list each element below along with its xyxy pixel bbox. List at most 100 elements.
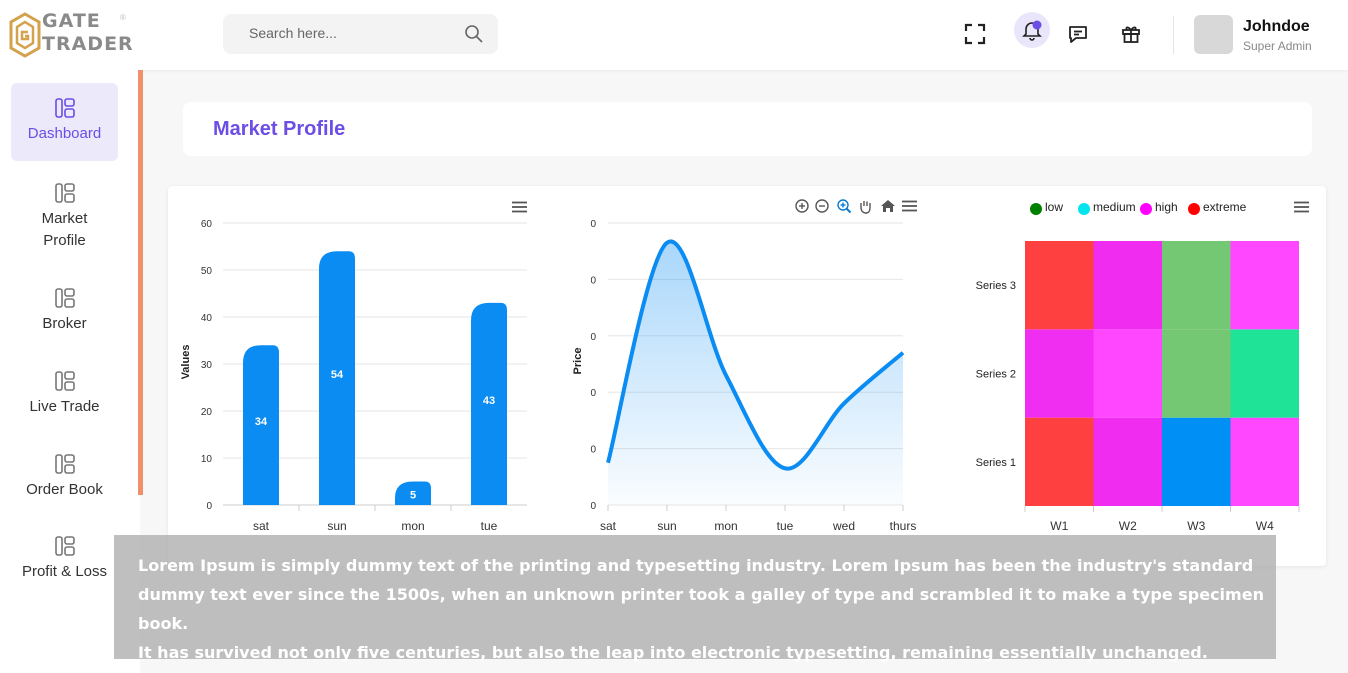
search-box (223, 14, 498, 54)
y-tick-label: 0 (590, 388, 596, 399)
sidebar-item-label: Broker (42, 315, 87, 332)
sidebar-item-broker[interactable]: Broker (11, 287, 118, 335)
y-tick-label: 10 (201, 454, 213, 465)
x-tick-label: wed (832, 519, 855, 533)
y-tick-label: 0 (590, 332, 596, 343)
x-tick-label: thurs (890, 519, 917, 533)
page-header: Market Profile (183, 102, 1312, 156)
zoom-out-icon[interactable] (815, 199, 829, 213)
heatmap-chart: low medium high extreme Series 1 Series 2 Ser… (976, 200, 1309, 533)
bar-chart: 0 10 20 30 40 50 60 34 sat 54 sun 5 mon 43 tue Values (180, 201, 527, 533)
x-tick-label: W1 (1050, 519, 1068, 533)
bell-icon[interactable] (1014, 12, 1050, 48)
heatmap-cell[interactable] (1162, 329, 1231, 418)
heatmap-cell[interactable] (1093, 417, 1163, 506)
heatmap-cell[interactable] (1025, 417, 1094, 506)
overlay-paragraph: It has survived not only five centuries,… (138, 643, 1208, 662)
sidebar-accent-bar (138, 70, 143, 495)
y-tick-label: 60 (201, 219, 213, 230)
heatmap-cell[interactable] (1230, 329, 1300, 418)
sidebar-item-label: Market Profile (41, 210, 88, 249)
y-tick-label: Series 3 (976, 280, 1016, 292)
sidebar-item-label: Dashboard (27, 125, 102, 142)
y-tick-label: 50 (201, 266, 213, 277)
chat-icon[interactable] (1060, 16, 1096, 52)
y-tick-label: 0 (590, 501, 596, 512)
y-tick-label: 30 (201, 360, 213, 371)
area-fill (608, 241, 903, 506)
legend-label[interactable]: extreme (1203, 200, 1247, 214)
x-tick-label: W4 (1256, 519, 1274, 533)
sidebar-item-live-trade[interactable]: Live Trade (11, 370, 118, 418)
brand-logo[interactable]: GATE TRADER ® (8, 10, 133, 60)
sidebar-item-dashboard[interactable]: Dashboard (11, 83, 118, 161)
user-role: Super Admin (1243, 39, 1312, 53)
overlay-paragraph: Lorem Ipsum is simply dummy text of the … (138, 556, 1264, 633)
top-bar: GATE TRADER ® Johndoe Super Admin (0, 0, 1348, 70)
y-tick-label: Series 2 (976, 369, 1016, 381)
legend-label[interactable]: medium (1093, 200, 1136, 214)
home-icon[interactable] (881, 200, 895, 212)
heatmap-cell[interactable] (1025, 241, 1094, 330)
y-axis-label: Price (572, 348, 584, 375)
avatar[interactable] (1194, 15, 1233, 54)
sidebar-item-market-profile[interactable]: Market Profile (11, 182, 118, 252)
heatmap-cell[interactable] (1230, 417, 1300, 506)
fullscreen-icon[interactable] (957, 16, 993, 52)
legend-marker[interactable] (1030, 203, 1042, 215)
dashboard-icon (54, 98, 75, 118)
brand-line1: GATE (42, 10, 101, 32)
dashboard-icon (54, 454, 75, 474)
sidebar-item-profit-loss[interactable]: Profit & Loss (11, 535, 118, 583)
legend-marker[interactable] (1188, 203, 1200, 215)
sidebar-item-order-book[interactable]: Order Book (11, 453, 118, 501)
sidebar-item-label: Profit & Loss (21, 563, 108, 580)
info-overlay: Lorem Ipsum is simply dummy text of the … (114, 535, 1276, 662)
heatmap-cell[interactable] (1162, 241, 1231, 330)
hamburger-icon[interactable] (902, 200, 917, 212)
search-input[interactable] (247, 24, 451, 42)
x-tick-label: sun (327, 519, 346, 533)
dashboard-icon (54, 183, 75, 203)
x-tick-label: mon (714, 519, 737, 533)
brand-logo-icon (9, 12, 41, 58)
y-tick-label: 0 (206, 501, 212, 512)
magnifier-icon[interactable] (837, 199, 852, 214)
hamburger-icon[interactable] (512, 201, 527, 214)
dashboard-icon (54, 371, 75, 391)
heatmap-cell[interactable] (1025, 329, 1094, 418)
area-chart: 0 0 0 0 0 0 sat sun mon tue wed thurs Price (572, 199, 917, 533)
user-name[interactable]: Johndoe (1243, 18, 1310, 36)
legend-label[interactable]: low (1045, 200, 1063, 214)
x-tick-label: tue (481, 519, 498, 533)
x-tick-label: W2 (1119, 519, 1137, 533)
y-tick-label: 0 (590, 219, 596, 230)
legend-marker[interactable] (1078, 203, 1090, 215)
heatmap-cell[interactable] (1093, 329, 1163, 418)
gift-icon[interactable] (1113, 16, 1149, 52)
data-label: 5 (410, 489, 416, 501)
x-tick-label: W3 (1187, 519, 1205, 533)
x-tick-label: mon (401, 519, 424, 533)
hand-icon[interactable] (860, 201, 871, 214)
brand-line2: TRADER (42, 33, 134, 55)
zoom-in-icon[interactable] (795, 199, 809, 213)
x-tick-label: sun (657, 519, 676, 533)
search-icon[interactable] (464, 24, 484, 49)
y-axis-label: Values (180, 345, 192, 380)
heatmap-cell[interactable] (1093, 241, 1163, 330)
sidebar-item-label: Order Book (26, 481, 103, 498)
y-tick-label: 20 (201, 407, 213, 418)
x-tick-label: sat (600, 519, 617, 533)
data-label: 43 (483, 395, 495, 407)
heatmap-cell[interactable] (1230, 241, 1300, 330)
legend-marker[interactable] (1140, 203, 1152, 215)
y-tick-label: 0 (590, 275, 596, 286)
y-tick-label: 0 (590, 445, 596, 456)
brand-mark: ® (120, 13, 126, 22)
legend-label[interactable]: high (1155, 200, 1178, 214)
sidebar-item-label: Live Trade (29, 398, 100, 415)
x-tick-label: tue (777, 519, 794, 533)
heatmap-cell[interactable] (1162, 417, 1231, 506)
hamburger-icon[interactable] (1294, 201, 1309, 214)
